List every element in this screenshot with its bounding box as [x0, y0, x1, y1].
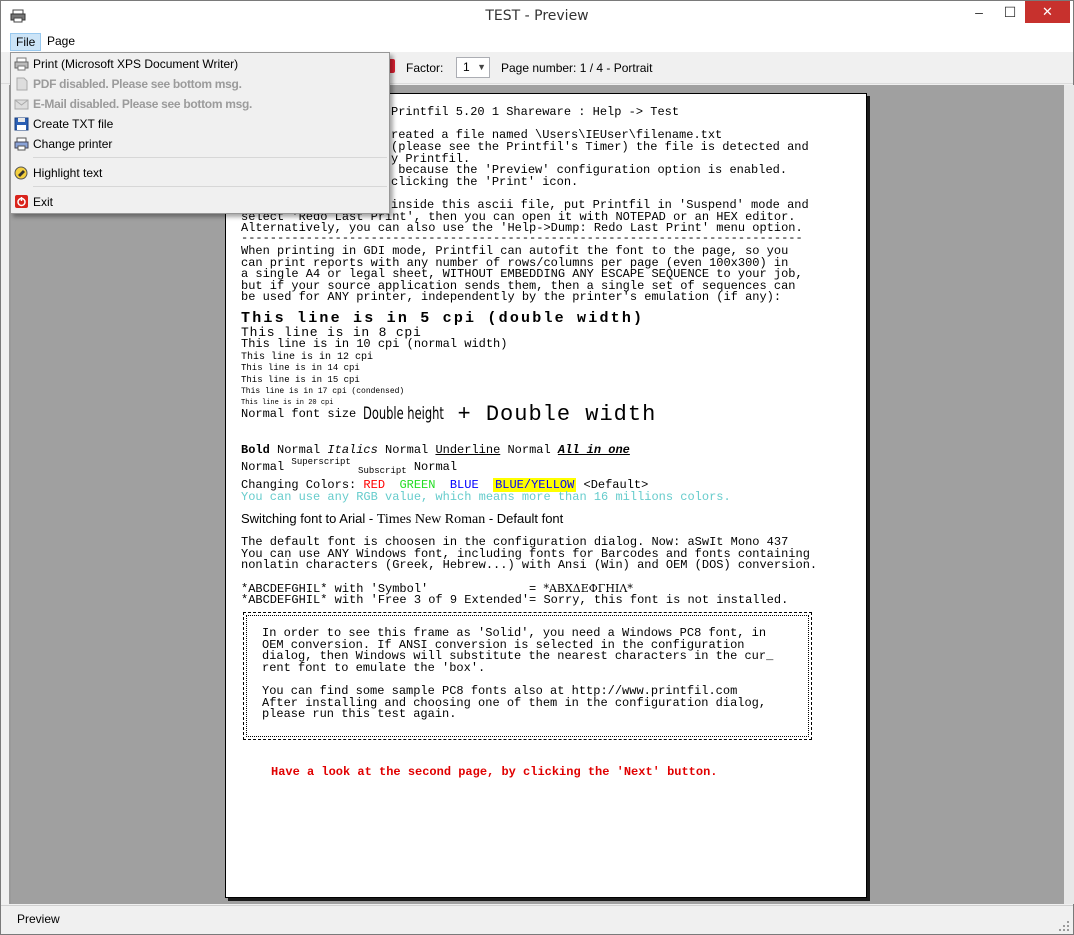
resize-grip-icon[interactable]: [1059, 920, 1069, 931]
status-bar: Preview: [1, 905, 1073, 934]
barcode-line: *ABCDEFGHIL* with 'Free 3 of 9 Extended'…: [241, 593, 789, 607]
subscript-text: Subscript: [358, 466, 407, 476]
factor-label: Factor:: [406, 61, 444, 75]
cpi5-line: This line is in 5 cpi (double width): [241, 310, 645, 327]
power-icon: [14, 195, 29, 209]
frame-line: rent font to emulate the 'box'.: [262, 661, 486, 675]
rgb-line: You can use any RGB value, which means m…: [241, 490, 731, 504]
normal-text: Normal: [500, 443, 558, 457]
doc-line: Printfil 5.20 1 Shareware : Help -> Test: [391, 105, 680, 119]
menu-item-label: Highlight text: [33, 166, 103, 180]
next-page-message: Have a look at the second page, by click…: [271, 765, 718, 779]
printer-icon: [14, 57, 29, 71]
printer-settings-icon: [14, 137, 29, 151]
menu-item-label: Print (Microsoft XPS Document Writer): [33, 57, 239, 71]
double-width-text: + Double width: [443, 402, 657, 427]
menu-item-exit[interactable]: Exit: [11, 192, 387, 212]
menu-item-create-txt[interactable]: Create TXT file: [11, 114, 387, 134]
double-height-text: Double height: [363, 404, 445, 424]
file-menu-dropdown: Print (Microsoft XPS Document Writer) PD…: [10, 52, 390, 214]
doc-line: be used for ANY printer, independently b…: [241, 290, 782, 304]
menu-item-pdf[interactable]: PDF disabled. Please see bottom msg.: [11, 74, 387, 94]
normal-text: Normal: [406, 460, 458, 474]
doc-line: clicking the 'Print' icon.: [391, 175, 579, 189]
bold-text: Bold: [241, 443, 270, 457]
normal-text: Normal: [377, 443, 436, 457]
menu-item-email[interactable]: E-Mail disabled. Please see bottom msg.: [11, 94, 387, 114]
size-line: Normal font size Double height + Double …: [241, 404, 656, 426]
menu-separator: [33, 157, 387, 158]
cpi10-line: This line is in 10 cpi (normal width): [241, 337, 508, 351]
highlighter-icon: [14, 166, 29, 180]
menu-item-label: Exit: [33, 195, 54, 209]
times-text: Times New Roman: [376, 512, 486, 527]
cpi15-line: This line is in 15 cpi: [241, 375, 360, 385]
cpi17-line: This line is in 17 cpi (condensed): [241, 387, 405, 396]
email-icon: [14, 97, 29, 111]
menu-item-change-printer[interactable]: Change printer: [11, 134, 387, 154]
normal-size-text: Normal font size: [241, 407, 364, 421]
window-title: TEST - Preview: [485, 8, 589, 24]
menu-item-label: Create TXT file: [33, 117, 114, 131]
italics-text: Italics: [327, 443, 378, 457]
styles-line: Bold Normal Italics Normal Underline Nor…: [241, 443, 630, 457]
page-number-label: Page number: 1 / 4 - Portrait: [501, 61, 653, 75]
menu-item-label: Change printer: [33, 137, 113, 151]
underline-text: Underline: [435, 443, 501, 457]
preview-window: TEST - Preview – ☐ ✕ File Page Factor: 1…: [0, 0, 1074, 935]
doc-line: ----------------------------------------…: [241, 231, 803, 245]
chevron-down-icon: ▼: [477, 62, 486, 72]
normal-text: Normal: [269, 443, 328, 457]
frame-text: In order to see this frame as 'Solid', y…: [262, 627, 773, 732]
minimize-button[interactable]: –: [965, 1, 993, 23]
title-bar: TEST - Preview – ☐ ✕: [1, 1, 1073, 32]
menu-separator: [33, 186, 387, 187]
all-in-one-text: All in one: [557, 443, 630, 457]
status-text: Preview: [17, 912, 60, 926]
maximize-button[interactable]: ☐: [997, 1, 1023, 23]
factor-value: 1: [463, 60, 470, 74]
menu-page[interactable]: Page: [42, 33, 80, 51]
switch-font-line: Switching font to Arial - Times New Roma…: [241, 511, 564, 527]
menu-item-highlight[interactable]: Highlight text: [11, 163, 387, 183]
default-font-text: - Default font: [485, 511, 564, 526]
script-line: Normal Superscript Subscript Normal: [241, 457, 457, 478]
doc-line: nonlatin characters (Greek, Hebrew...) w…: [241, 558, 818, 572]
close-button[interactable]: ✕: [1025, 1, 1070, 23]
menu-item-label: PDF disabled. Please see bottom msg.: [33, 77, 242, 91]
cpi14-line: This line is in 14 cpi: [241, 363, 360, 373]
normal-text: Normal: [241, 460, 292, 474]
menu-bar: File Page: [1, 32, 1073, 52]
frame-line: please run this test again.: [262, 707, 457, 721]
menu-file[interactable]: File: [10, 33, 42, 51]
pdf-icon: [14, 77, 29, 91]
cpi12-line: This line is in 12 cpi: [241, 352, 374, 363]
menu-item-label: E-Mail disabled. Please see bottom msg.: [33, 97, 253, 111]
vertical-scrollbar[interactable]: [1064, 85, 1074, 904]
superscript-text: Superscript: [291, 457, 351, 467]
pc8-frame: In order to see this frame as 'Solid', y…: [243, 612, 812, 740]
save-icon: [14, 117, 29, 131]
menu-item-print[interactable]: Print (Microsoft XPS Document Writer): [11, 54, 387, 74]
arial-text: Switching font to Arial -: [241, 511, 377, 526]
factor-select[interactable]: 1 ▼: [456, 57, 490, 78]
